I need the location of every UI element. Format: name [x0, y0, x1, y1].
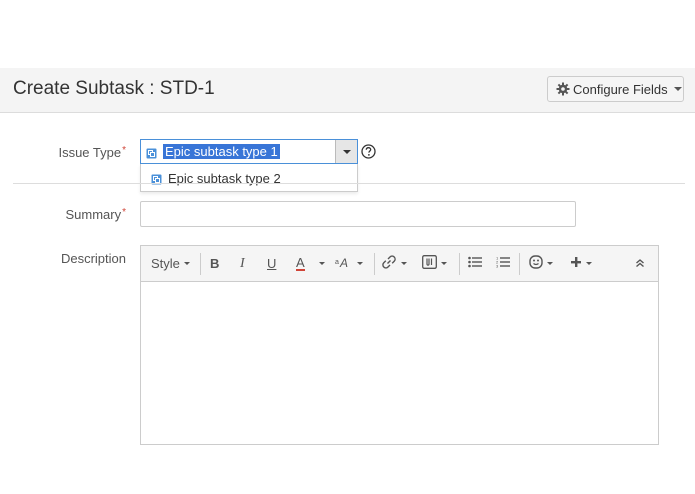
numbered-list-icon: 1 2 3 — [496, 256, 510, 271]
numbered-list-button[interactable]: 1 2 3 — [496, 246, 510, 281]
insert-more-button[interactable] — [570, 246, 592, 281]
caret-down-icon — [342, 149, 351, 154]
bullet-list-button[interactable] — [468, 246, 482, 281]
underline-label: U — [267, 256, 277, 271]
attachment-icon — [422, 255, 437, 272]
attachment-button[interactable] — [422, 246, 447, 281]
caret-down-icon — [586, 262, 592, 265]
dialog-header: Create Subtask : STD-1 Configure Fields — [0, 68, 695, 113]
text-color-label: A — [296, 255, 305, 271]
collapse-icon — [635, 256, 645, 271]
plus-icon — [570, 256, 582, 271]
toolbar-separator — [374, 253, 375, 275]
toolbar-separator — [459, 253, 460, 275]
bold-label: B — [210, 256, 220, 271]
underline-button[interactable]: U — [267, 246, 276, 281]
caret-down-icon — [401, 262, 407, 265]
caret-down-icon — [441, 262, 447, 265]
summary-label-text: Summary — [65, 207, 122, 222]
gear-icon — [556, 82, 570, 96]
chevron-down-icon — [673, 87, 682, 91]
configure-fields-label: Configure Fields — [573, 81, 668, 97]
link-button[interactable] — [381, 246, 407, 281]
configure-fields-button[interactable]: Configure Fields — [547, 76, 684, 102]
text-color-button[interactable]: A — [296, 246, 305, 281]
issue-type-label: Issue Type* — [0, 145, 126, 160]
collapse-toolbar-button[interactable] — [635, 246, 645, 281]
editor-toolbar: Style B I U A a A 1 2 3 — [141, 246, 658, 282]
issue-type-selected-value[interactable]: Epic subtask type 1 — [163, 144, 280, 159]
caret-down-icon — [547, 262, 553, 265]
toolbar-separator — [200, 253, 201, 275]
text-size-icon: a A — [335, 256, 353, 271]
bullet-list-icon — [468, 256, 482, 271]
dialog-title: Create Subtask : STD-1 — [13, 78, 215, 99]
text-color-dropdown[interactable] — [315, 246, 325, 281]
toolbar-separator — [519, 253, 520, 275]
svg-text:A: A — [339, 256, 348, 268]
svg-text:3: 3 — [496, 264, 499, 269]
description-editor: Style B I U A a A 1 2 3 — [140, 245, 659, 445]
required-marker: * — [122, 145, 126, 156]
text-size-button[interactable]: a A — [335, 246, 363, 281]
description-label: Description — [60, 251, 126, 266]
bold-button[interactable]: B — [210, 246, 219, 281]
required-marker: * — [122, 207, 126, 218]
svg-text:a: a — [335, 259, 339, 266]
italic-label: I — [240, 255, 245, 271]
caret-down-icon — [319, 262, 325, 265]
caret-down-icon — [357, 262, 363, 265]
emoticon-icon — [529, 255, 543, 272]
style-label: Style — [151, 256, 180, 271]
caret-down-icon — [183, 262, 190, 265]
subtask-type-icon — [146, 146, 157, 159]
issue-type-label-text: Issue Type — [58, 145, 122, 160]
issue-type-dropdown-toggle[interactable] — [335, 140, 357, 163]
question-circle-icon[interactable] — [361, 144, 376, 159]
summary-input[interactable] — [140, 201, 576, 227]
link-icon — [381, 255, 397, 272]
italic-button[interactable]: I — [240, 246, 245, 281]
section-divider — [13, 183, 685, 184]
issue-type-dropdown-list: Epic subtask type 2 — [140, 164, 358, 192]
style-dropdown[interactable]: Style — [151, 246, 190, 281]
issue-type-select[interactable]: Epic subtask type 1 — [140, 139, 358, 164]
summary-label: Summary* — [0, 207, 126, 222]
description-textarea[interactable] — [141, 282, 658, 444]
emoticon-button[interactable] — [529, 246, 553, 281]
